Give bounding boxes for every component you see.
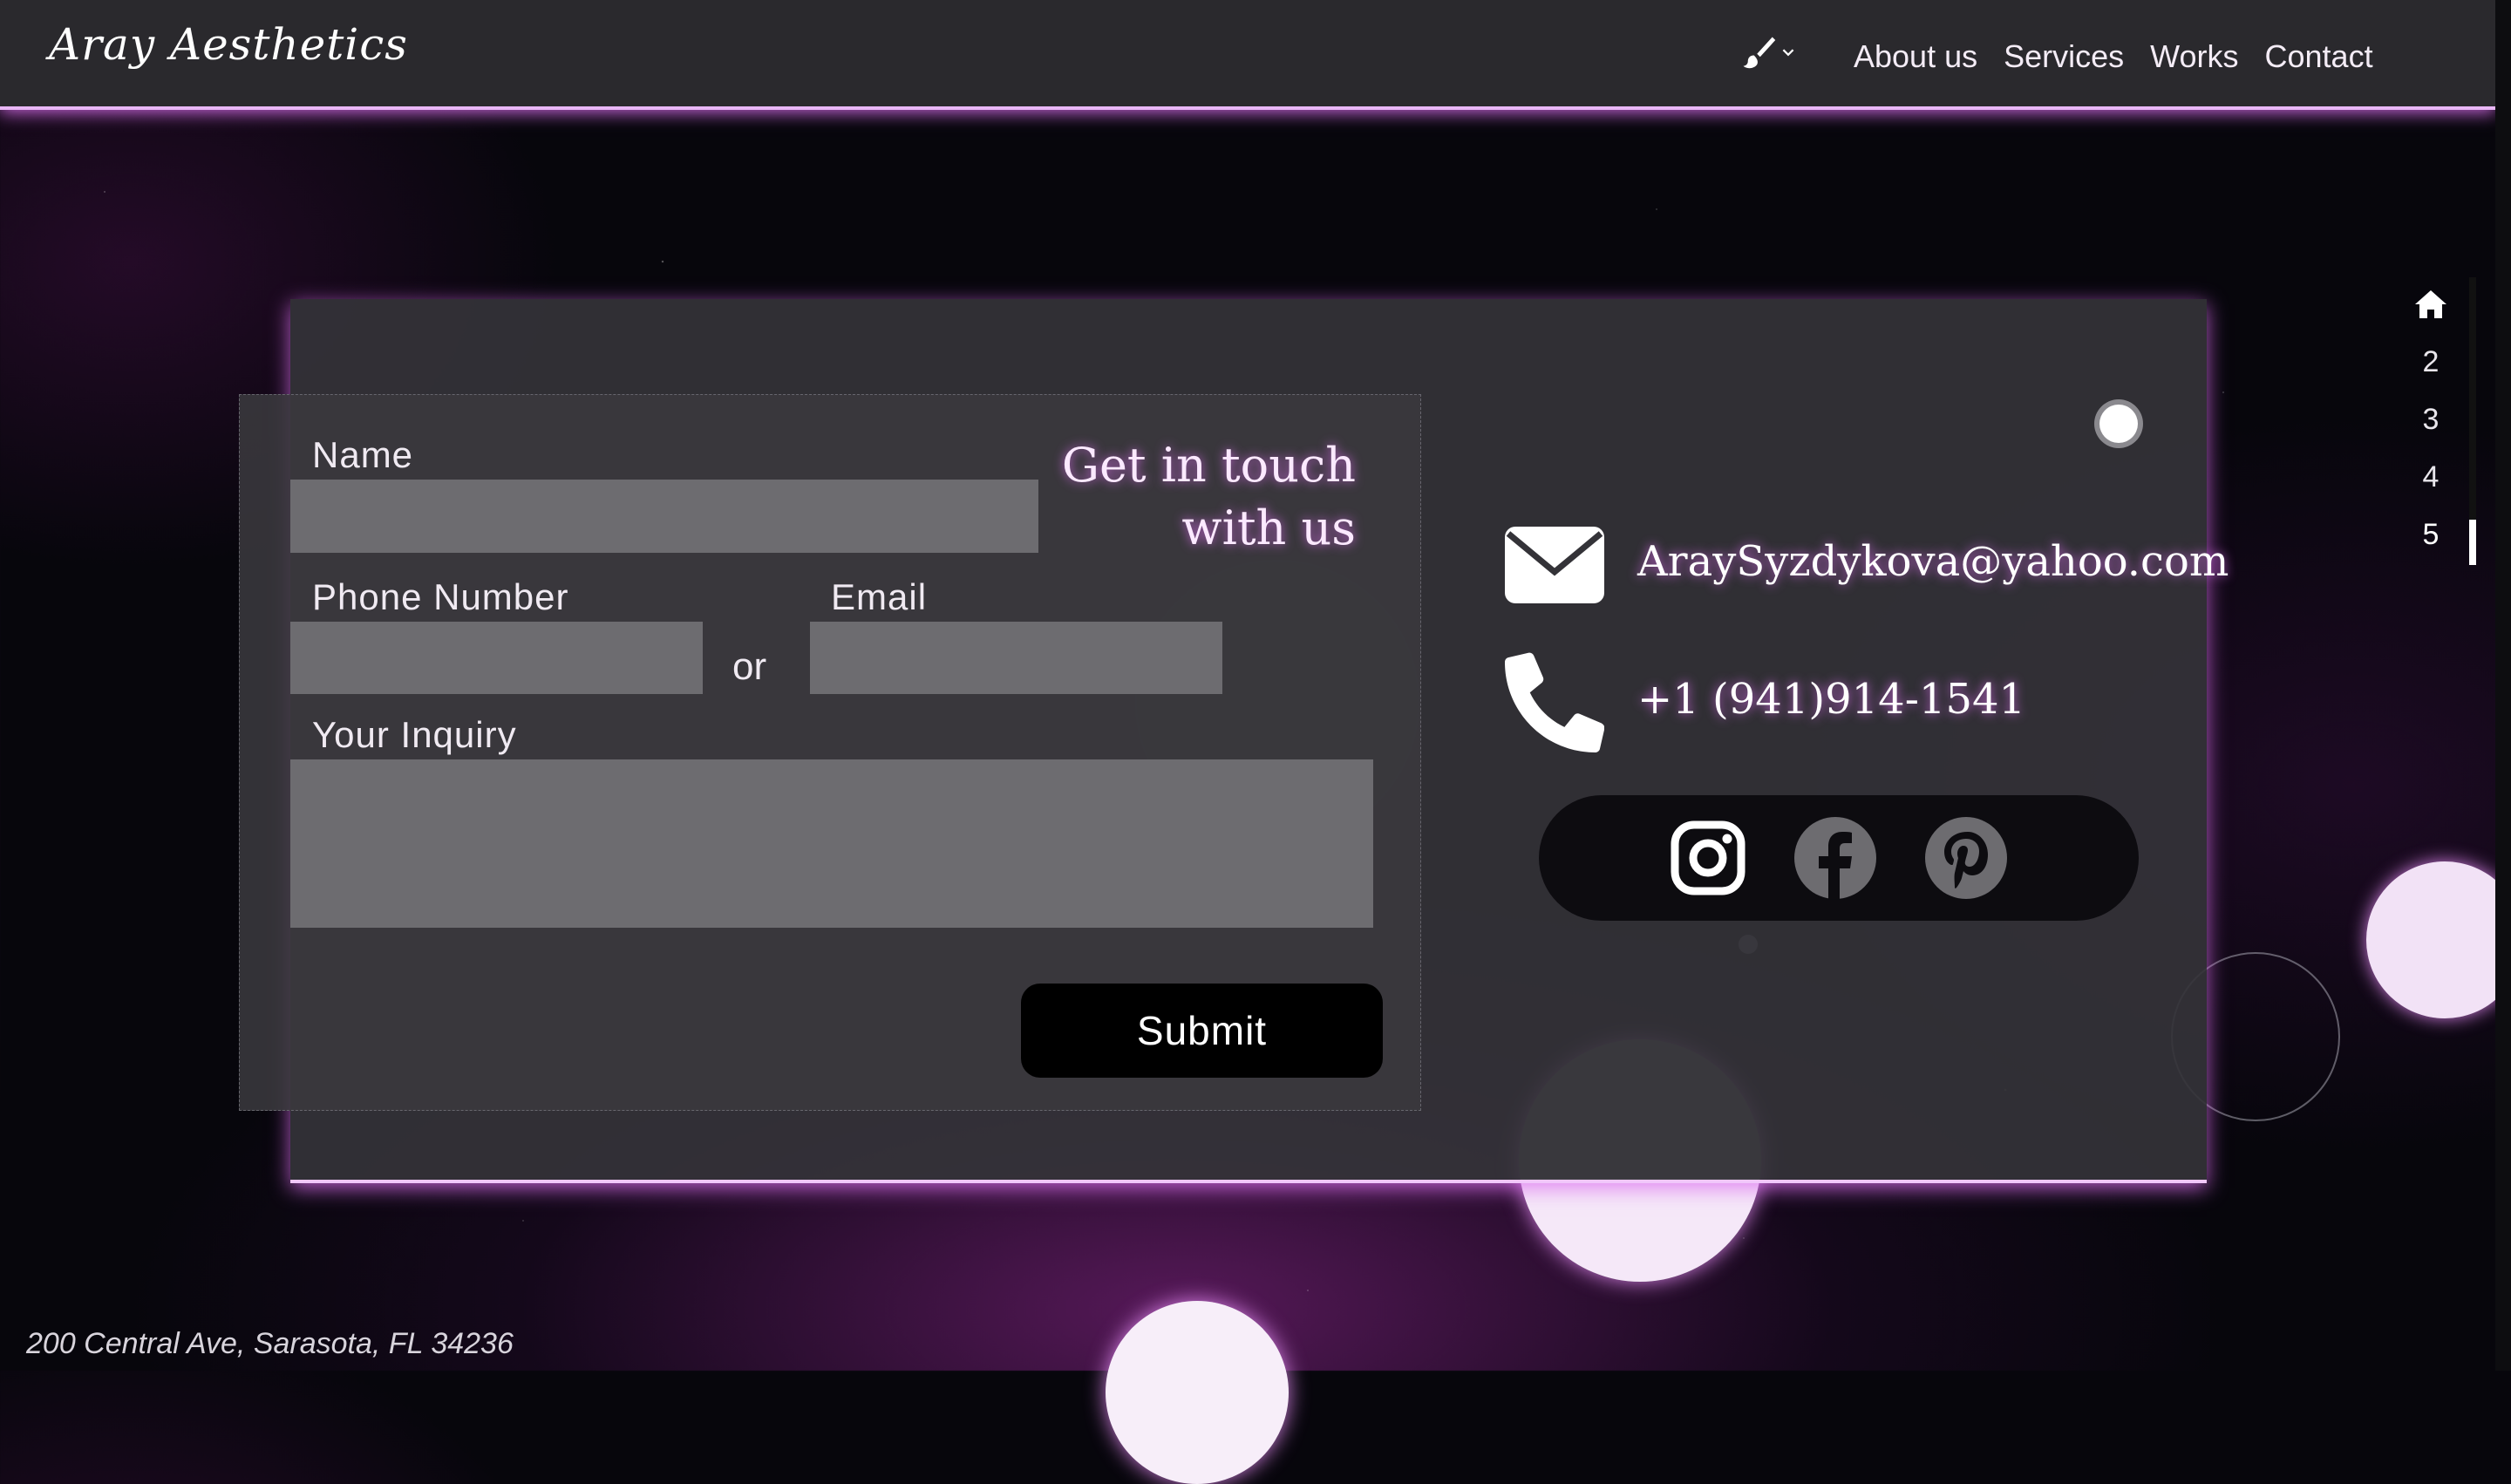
nav-contact[interactable]: Contact <box>2265 38 2373 75</box>
contact-phone[interactable]: +1 (941)914-1541 <box>1637 675 2025 724</box>
footer-address: 200 Central Ave, Sarasota, FL 34236 <box>26 1327 514 1360</box>
envelope-icon <box>1505 527 1604 603</box>
email-label: Email <box>831 576 928 617</box>
section-scroll-thumb <box>2469 520 2476 565</box>
inquiry-label: Your Inquiry <box>312 714 517 755</box>
phone-input[interactable] <box>290 622 703 694</box>
section-nav-item-5[interactable]: 5 <box>2413 506 2448 563</box>
instagram-icon[interactable] <box>1670 820 1746 896</box>
nav-works[interactable]: Works <box>2150 38 2238 75</box>
or-separator: or <box>732 645 767 688</box>
social-links <box>1539 795 2139 921</box>
decorative-bubble <box>1106 1301 1289 1484</box>
decorative-bubble <box>2366 861 2511 1018</box>
paintbrush-icon <box>1743 37 1776 69</box>
theme-switcher-button[interactable] <box>1740 33 1794 71</box>
pinterest-icon[interactable] <box>1924 816 2008 900</box>
heading-line-2: with us <box>1181 500 1356 555</box>
section-nav-item-4[interactable]: 4 <box>2413 448 2448 506</box>
section-nav: 2 3 4 5 <box>2413 276 2448 563</box>
name-input[interactable] <box>290 480 1038 553</box>
name-label: Name <box>312 434 414 475</box>
contact-email[interactable]: ArаySyzdykova@yahoo.com <box>1637 537 2229 586</box>
email-input[interactable] <box>810 622 1222 694</box>
phone-label: Phone Number <box>312 576 569 617</box>
home-icon <box>2415 290 2446 318</box>
nav-about-us[interactable]: About us <box>1854 38 1977 75</box>
inquiry-textarea[interactable] <box>290 759 1373 928</box>
section-nav-home[interactable] <box>2413 276 2448 333</box>
toggle-dot[interactable] <box>2099 405 2138 443</box>
submit-button[interactable]: Submit <box>1021 984 1383 1078</box>
window-scrollbar[interactable] <box>2495 0 2511 1371</box>
nav-services[interactable]: Services <box>2004 38 2124 75</box>
main-nav: About us Services Works Contact <box>1854 38 2373 75</box>
heading-line-1: Get in touch <box>1061 438 1356 493</box>
section-nav-item-3[interactable]: 3 <box>2413 391 2448 448</box>
phone-icon <box>1505 652 1604 752</box>
facebook-icon[interactable] <box>1793 816 1877 900</box>
site-logo[interactable]: Aray Aesthetics <box>49 19 408 70</box>
section-nav-item-2[interactable]: 2 <box>2413 333 2448 391</box>
top-navbar: Aray Aesthetics About us Services Works … <box>0 0 2495 110</box>
chevron-down-icon <box>1782 49 1794 57</box>
contact-heading: Get in touch with us <box>1007 434 1356 560</box>
